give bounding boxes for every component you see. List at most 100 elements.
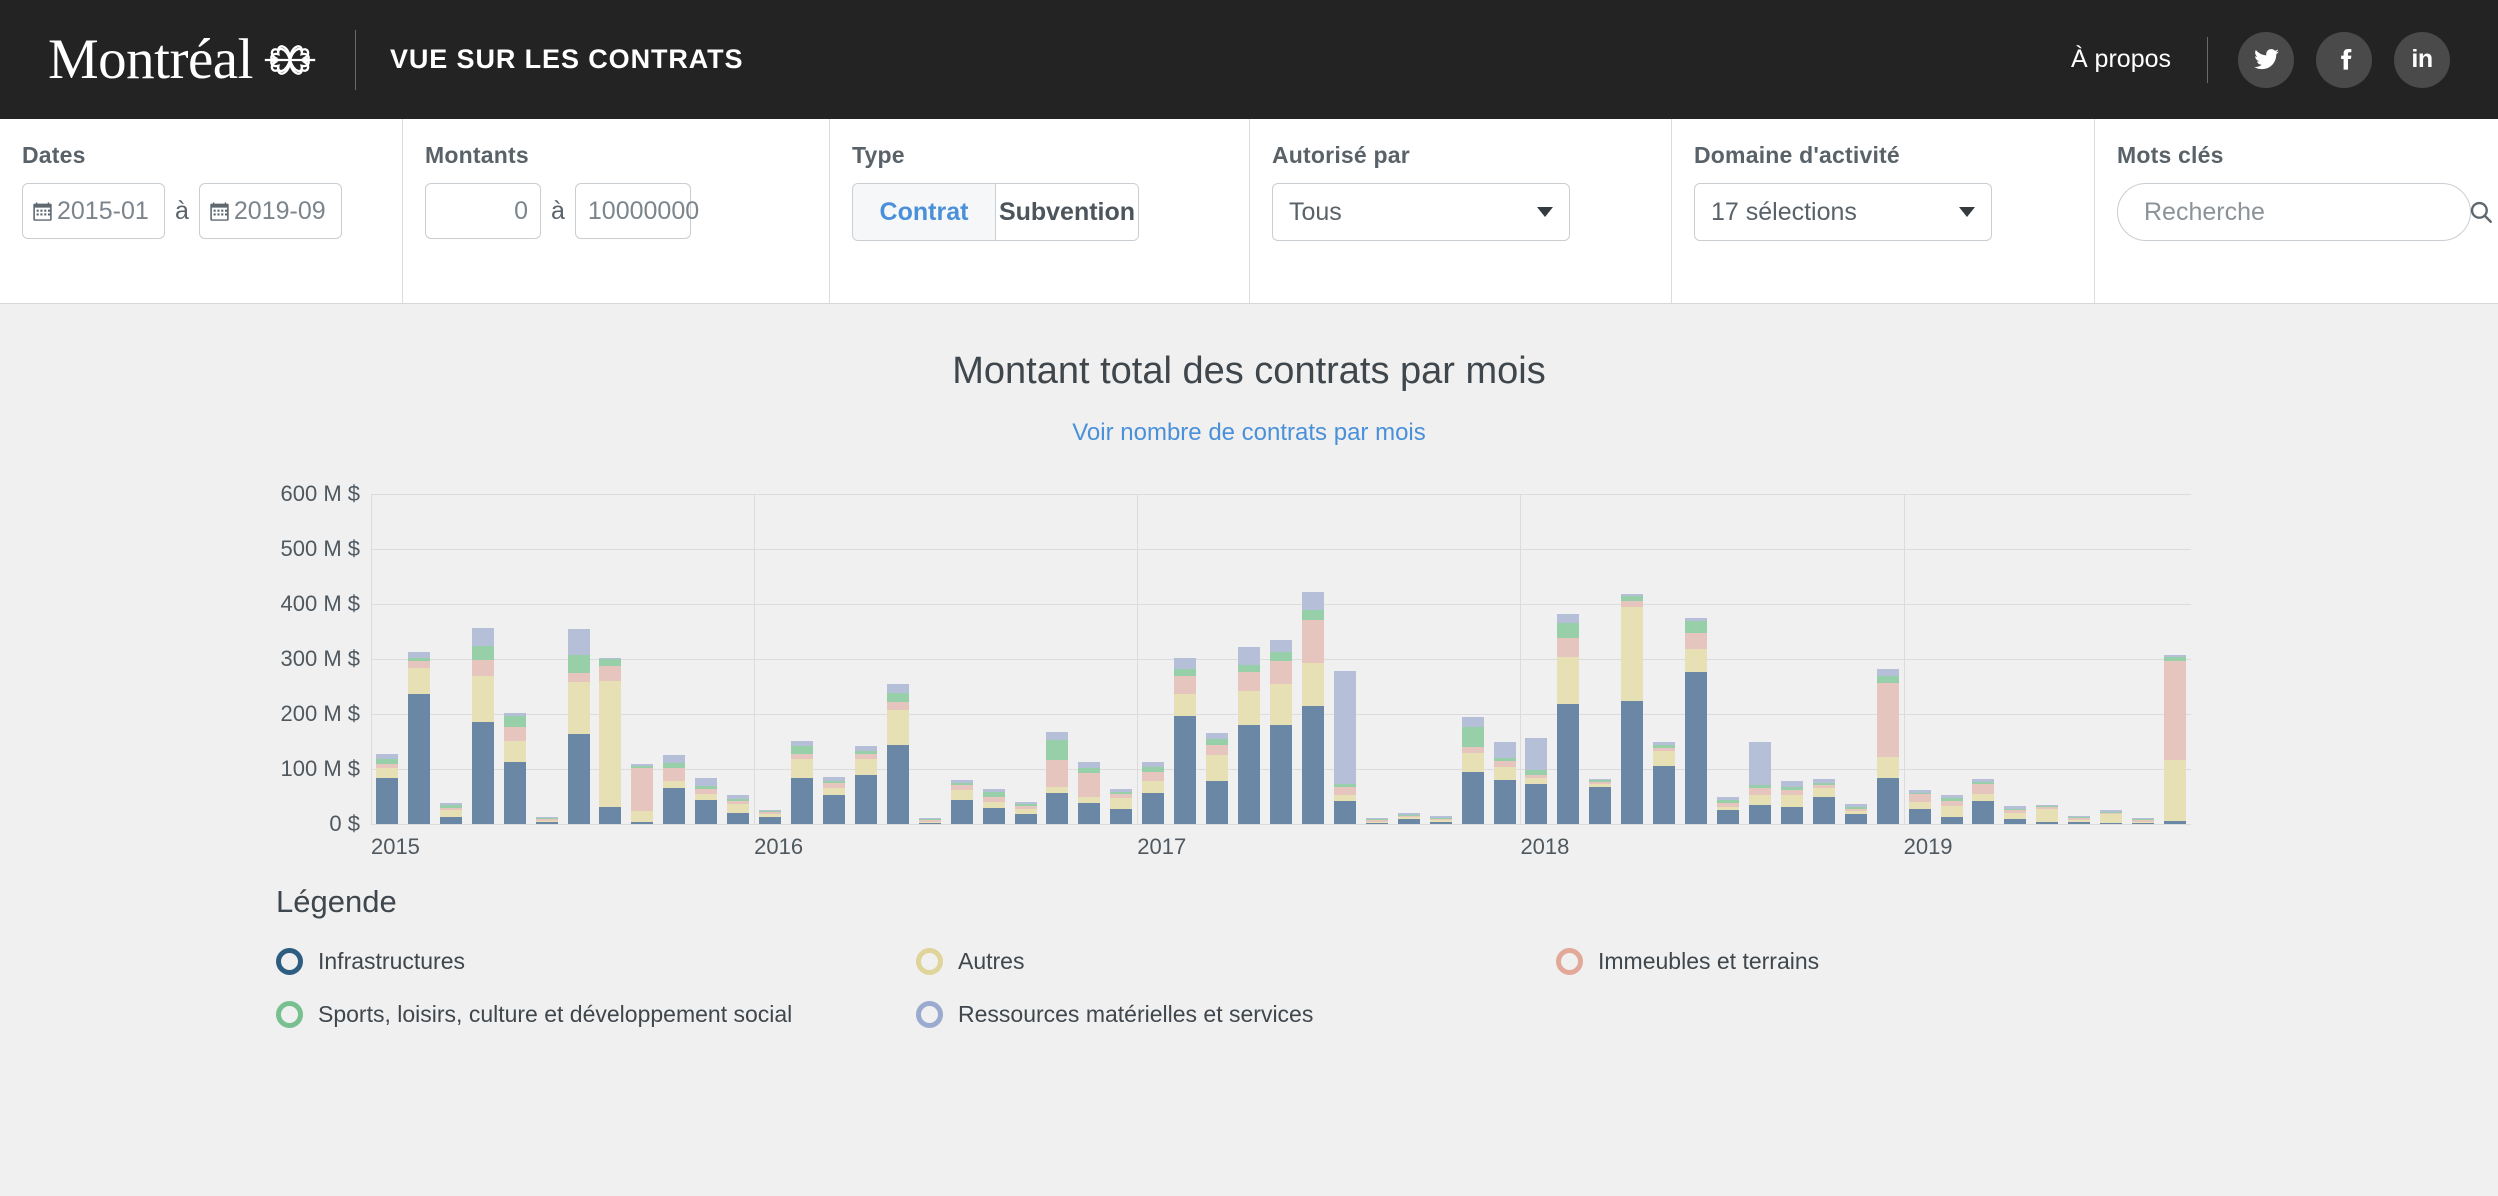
- bar-column[interactable]: [1748, 742, 1771, 824]
- bar-segment[interactable]: [471, 675, 494, 722]
- bar-segment[interactable]: [1142, 771, 1165, 781]
- bar-segment[interactable]: [439, 817, 462, 824]
- bar-segment[interactable]: [1748, 742, 1771, 785]
- bar-segment[interactable]: [2036, 808, 2059, 822]
- bar-segment[interactable]: [886, 692, 909, 703]
- bar-segment[interactable]: [1940, 806, 1963, 818]
- bar-segment[interactable]: [439, 809, 462, 818]
- bar-column[interactable]: [1270, 640, 1292, 824]
- date-from-input[interactable]: 2015-01: [22, 183, 165, 239]
- bar-segment[interactable]: [1461, 771, 1484, 824]
- bar-column[interactable]: [2004, 806, 2027, 824]
- bar-segment[interactable]: [1046, 786, 1069, 794]
- bar-segment[interactable]: [1748, 795, 1771, 806]
- bar-segment[interactable]: [1621, 700, 1644, 824]
- bar-column[interactable]: [599, 657, 622, 824]
- type-option-subvention[interactable]: Subvention: [996, 184, 1138, 240]
- view-count-link[interactable]: Voir nombre de contrats par mois: [1072, 419, 1426, 446]
- bar-segment[interactable]: [1908, 808, 1931, 824]
- bar-column[interactable]: [1972, 779, 1995, 824]
- bar-segment[interactable]: [854, 774, 877, 824]
- bar-segment[interactable]: [1685, 648, 1708, 672]
- bar-segment[interactable]: [1206, 744, 1229, 755]
- bar-segment[interactable]: [2164, 661, 2187, 761]
- bar-segment[interactable]: [1621, 600, 1644, 608]
- legend-item[interactable]: Autres: [916, 948, 1556, 975]
- bar-segment[interactable]: [1876, 778, 1899, 824]
- bar-column[interactable]: [2068, 816, 2091, 824]
- bar-column[interactable]: [1078, 762, 1101, 824]
- bar-segment[interactable]: [2036, 821, 2059, 824]
- bar-segment[interactable]: [1333, 800, 1356, 824]
- bar-segment[interactable]: [950, 789, 973, 800]
- facebook-icon[interactable]: [2316, 31, 2372, 88]
- bar-segment[interactable]: [1748, 805, 1771, 824]
- bar-segment[interactable]: [1748, 788, 1771, 796]
- bar-segment[interactable]: [759, 817, 782, 824]
- bar-column[interactable]: [1525, 738, 1548, 824]
- bar-segment[interactable]: [1589, 786, 1612, 824]
- bar-segment[interactable]: [886, 702, 909, 711]
- bar-segment[interactable]: [1270, 640, 1292, 653]
- bar-segment[interactable]: [1270, 661, 1292, 685]
- bar-segment[interactable]: [1972, 784, 1995, 794]
- twitter-icon[interactable]: [2238, 31, 2294, 88]
- bar-segment[interactable]: [1301, 619, 1324, 663]
- bar-segment[interactable]: [567, 681, 590, 735]
- bar-segment[interactable]: [1876, 682, 1899, 758]
- bar-column[interactable]: [1014, 802, 1037, 824]
- bar-segment[interactable]: [695, 799, 718, 824]
- bar-segment[interactable]: [375, 777, 398, 824]
- bar-segment[interactable]: [407, 694, 430, 824]
- linkedin-icon[interactable]: in: [2394, 31, 2450, 88]
- bar-segment[interactable]: [1812, 787, 1835, 797]
- bar-column[interactable]: [1589, 778, 1612, 824]
- bar-column[interactable]: [1206, 732, 1229, 824]
- bar-column[interactable]: [2036, 804, 2059, 824]
- bar-segment[interactable]: [631, 767, 654, 811]
- bar-segment[interactable]: [1238, 690, 1261, 725]
- bar-column[interactable]: [1780, 780, 1803, 824]
- bar-segment[interactable]: [567, 672, 590, 682]
- bar-segment[interactable]: [1685, 633, 1708, 649]
- bar-column[interactable]: [407, 652, 430, 824]
- bar-segment[interactable]: [1206, 754, 1229, 782]
- type-option-contrat[interactable]: Contrat: [853, 184, 996, 240]
- bar-column[interactable]: [1844, 804, 1867, 824]
- bar-segment[interactable]: [1493, 780, 1516, 824]
- bar-column[interactable]: [1110, 789, 1133, 824]
- domaine-select[interactable]: 17 sélections: [1694, 183, 1992, 241]
- bar-segment[interactable]: [982, 807, 1005, 824]
- bar-segment[interactable]: [854, 759, 877, 775]
- bar-column[interactable]: [1174, 658, 1197, 824]
- bar-segment[interactable]: [1493, 766, 1516, 780]
- bar-column[interactable]: [759, 809, 782, 824]
- legend-item[interactable]: Sports, loisirs, culture et développemen…: [276, 1001, 916, 1028]
- bar-segment[interactable]: [407, 661, 430, 668]
- bar-segment[interactable]: [2100, 822, 2123, 824]
- bar-segment[interactable]: [822, 795, 845, 824]
- search-input[interactable]: [2142, 196, 2468, 228]
- bar-segment[interactable]: [950, 799, 973, 824]
- bar-segment[interactable]: [1206, 732, 1229, 740]
- bar-column[interactable]: [1461, 717, 1484, 824]
- bar-column[interactable]: [1653, 742, 1676, 824]
- bar-segment[interactable]: [599, 659, 622, 666]
- bar-segment[interactable]: [535, 821, 558, 824]
- bar-segment[interactable]: [1876, 757, 1899, 779]
- bar-segment[interactable]: [1461, 752, 1484, 772]
- bar-column[interactable]: [1685, 617, 1708, 824]
- bar-column[interactable]: [1876, 668, 1899, 824]
- search-field-wrapper[interactable]: [2117, 183, 2492, 241]
- bar-segment[interactable]: [1238, 646, 1261, 665]
- bar-column[interactable]: [503, 712, 526, 824]
- legend-item[interactable]: Immeubles et terrains: [1556, 948, 2196, 975]
- montant-min-input[interactable]: 0: [425, 183, 541, 239]
- bar-column[interactable]: [1908, 789, 1931, 824]
- bar-segment[interactable]: [695, 778, 718, 787]
- bar-segment[interactable]: [1557, 656, 1580, 705]
- bar-segment[interactable]: [1078, 796, 1101, 804]
- search-icon[interactable]: [2468, 199, 2494, 225]
- bar-segment[interactable]: [407, 667, 430, 695]
- brand-logo[interactable]: Montréal: [48, 29, 321, 91]
